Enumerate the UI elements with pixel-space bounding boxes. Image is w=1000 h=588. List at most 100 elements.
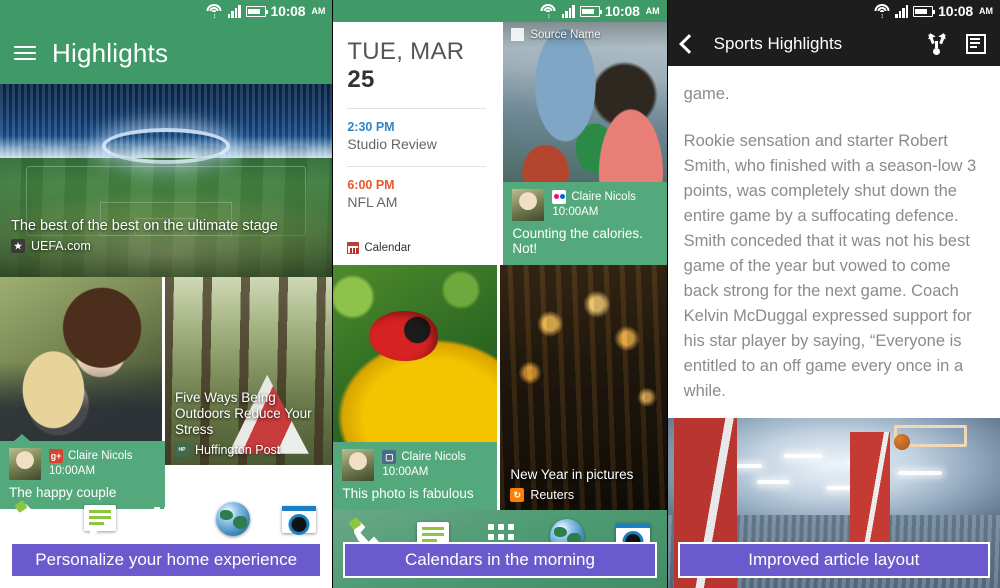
avatar	[512, 189, 545, 221]
source-name-overlay: Source Name	[511, 28, 601, 41]
article-paragraph: game.	[683, 85, 730, 103]
social-card-header: g+ Claire Nicols 10:00AM	[9, 448, 156, 480]
article-title: Sports Highlights	[713, 34, 843, 53]
camping-caption-block: Five Ways Being Outdoors Reduce Your Str…	[175, 390, 324, 457]
calendar-date-text: TUE, MAR	[347, 38, 465, 65]
highlights-header: Highlights	[0, 22, 333, 84]
status-bar-meridiem: AM	[645, 6, 660, 16]
event-time: 2:30 PM	[347, 120, 395, 134]
tile-camping-article[interactable]: Five Ways Being Outdoors Reduce Your Str…	[165, 277, 333, 465]
calendar-source-label: Calendar	[364, 242, 411, 254]
social-card-time: 10:00AM	[382, 466, 429, 478]
caption-pill-label: Improved article layout	[748, 550, 920, 569]
uefa-badge-icon: ★	[11, 239, 25, 253]
avatar	[342, 449, 375, 481]
caption-pill-personalize[interactable]: Personalize your home experience	[10, 542, 323, 578]
calendar-event-2[interactable]: 6:00 PM NFL AM	[347, 178, 486, 210]
social-card-author: Claire Nicols	[68, 450, 133, 462]
card-arrow	[14, 434, 30, 441]
arena-lights	[708, 450, 981, 511]
mosaic-row: ▢ Claire Nicols 10:00AM This photo is fa…	[333, 265, 667, 510]
social-card-google-plus[interactable]: g+ Claire Nicols 10:00AM The happy coupl…	[0, 434, 165, 509]
panel-highlights: ↕ 10:08 AM Highlights The best of the be…	[0, 0, 333, 588]
screenshot-stage: ↕ 10:08 AM Highlights The best of the be…	[0, 0, 1000, 588]
calendar-card[interactable]: TUE, MAR 25 2:30 PM Studio Review 6:00 P…	[333, 22, 501, 265]
back-chevron-icon[interactable]	[678, 34, 699, 54]
reader-view-icon[interactable]	[965, 34, 986, 54]
tile-new-year-article[interactable]: New Year in pictures ↻ Reuters	[500, 265, 667, 510]
calendar-and-photo-row: TUE, MAR 25 2:30 PM Studio Review 6:00 P…	[333, 22, 667, 265]
hero-source-label: UEFA.com	[31, 239, 91, 253]
camera-icon[interactable]	[279, 499, 319, 539]
article-body: game. Rookie sensation and starter Rober…	[667, 66, 1000, 404]
social-card-instagram[interactable]: ▢ Claire Nicols 10:00AM This photo is fa…	[333, 442, 498, 510]
social-card-flickr[interactable]: Claire Nicols 10:00AM Counting the calor…	[503, 182, 667, 265]
panel-calendar-mosaic: ↕ 10:08 AM TUE, MAR 25 2:30 PM Studio Re…	[333, 0, 667, 588]
social-card-author: Claire Nicols	[401, 451, 466, 463]
reuters-badge-icon: ↻	[510, 488, 525, 502]
social-card-text: This photo is fabulous	[342, 486, 474, 501]
page-title: Highlights	[52, 37, 169, 68]
new-year-headline: New Year in pictures	[510, 467, 634, 482]
calendar-date: TUE, MAR 25	[347, 38, 486, 94]
camping-headline: Five Ways Being Outdoors Reduce Your Str…	[175, 390, 312, 437]
status-bar-meridiem: AM	[978, 6, 993, 16]
wifi-icon: ↕	[206, 3, 223, 20]
caption-pill-calendars[interactable]: Calendars in the morning	[343, 542, 657, 578]
panel-article-reader: ↕ 10:08 AM Sports Highlights game. Rooki…	[667, 0, 1000, 588]
hamburger-menu-icon[interactable]	[14, 46, 36, 60]
hero-headline: The best of the best on the ultimate sta…	[11, 218, 278, 234]
status-bar: ↕ 10:08 AM	[0, 0, 333, 22]
status-bar: ↕ 10:08 AM	[667, 0, 1000, 22]
highlights-tile-row: Five Ways Being Outdoors Reduce Your Str…	[0, 277, 333, 465]
hero-caption-block: The best of the best on the ultimate sta…	[11, 218, 322, 253]
wifi-icon: ↕	[873, 3, 890, 20]
social-card-time: 10:00AM	[552, 206, 599, 218]
new-year-source-row: ↻ Reuters	[510, 488, 658, 502]
social-card-text: Counting the calories. Not!	[512, 226, 643, 256]
caption-pill-article[interactable]: Improved article layout	[677, 542, 990, 578]
calendar-source-row: Calendar	[347, 242, 411, 254]
article-paragraph: Rookie sensation and starter Robert Smit…	[683, 132, 977, 400]
calendar-event-1[interactable]: 2:30 PM Studio Review	[347, 120, 486, 152]
status-bar-time: 10:08	[938, 3, 973, 19]
divider	[347, 108, 487, 109]
huffington-post-badge-icon: HP	[175, 443, 189, 457]
source-name-label: Source Name	[530, 28, 601, 41]
ladybug-photo	[333, 265, 498, 442]
status-bar-time: 10:08	[604, 3, 640, 19]
social-card-time: 10:00AM	[49, 465, 96, 477]
avatar	[9, 448, 41, 480]
new-year-caption-block: New Year in pictures ↻ Reuters	[510, 467, 658, 502]
event-time: 6:00 PM	[347, 178, 395, 192]
basketball	[894, 434, 911, 451]
social-card-meta: Claire Nicols 10:00AM	[552, 189, 636, 218]
flickr-badge-icon	[552, 190, 567, 204]
signal-icon	[895, 4, 909, 18]
social-card-author: Claire Nicols	[571, 191, 636, 203]
calendar-day-number: 25	[347, 66, 375, 93]
calendar-icon	[347, 242, 360, 254]
camping-source-label: Huffington Post	[195, 443, 281, 457]
social-card-header: ▢ Claire Nicols 10:00AM	[342, 449, 488, 481]
divider	[347, 166, 487, 167]
share-icon[interactable]	[926, 31, 948, 55]
tile-ladybug-photo[interactable]: ▢ Claire Nicols 10:00AM This photo is fa…	[333, 265, 501, 510]
tile-market-photo[interactable]: Source Name Claire Nicols 10:00AM Counti…	[500, 22, 667, 265]
social-card-meta: g+ Claire Nicols 10:00AM	[49, 448, 133, 477]
social-card-header: Claire Nicols 10:00AM	[512, 189, 657, 221]
article-app-bar: Sports Highlights	[667, 22, 1000, 66]
event-title: Studio Review	[347, 136, 437, 152]
caption-pill-label: Personalize your home experience	[35, 550, 298, 569]
signal-icon	[561, 4, 575, 18]
social-card-text: The happy couple	[9, 485, 117, 500]
status-bar-time: 10:08	[270, 3, 306, 19]
battery-icon	[913, 5, 936, 17]
browser-icon[interactable]	[213, 499, 253, 539]
hero-card-stadium[interactable]: The best of the best on the ultimate sta…	[0, 84, 333, 277]
event-title: NFL AM	[347, 194, 398, 210]
new-year-source-label: Reuters	[530, 488, 575, 502]
battery-icon	[579, 5, 602, 17]
social-card-author-row: ▢ Claire Nicols	[382, 450, 466, 464]
status-bar-meridiem: AM	[311, 6, 326, 16]
